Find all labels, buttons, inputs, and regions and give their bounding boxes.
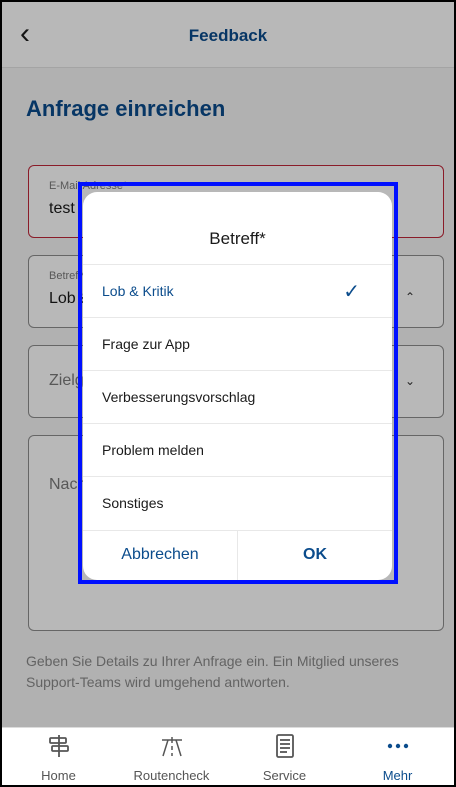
nav-item-mehr[interactable]: Mehr xyxy=(341,728,454,785)
nav-label-mehr: Mehr xyxy=(382,768,413,783)
nav-label-routencheck: Routencheck xyxy=(133,768,210,783)
more-dots-icon xyxy=(341,734,454,758)
dialog-highlight-frame xyxy=(78,182,398,584)
feedback-screen: ‹ Feedback Anfrage einreichen E-Mail Adr… xyxy=(2,2,454,785)
nav-item-home[interactable]: Home xyxy=(2,728,115,785)
bottom-navigation: Home Routencheck Service Mehr xyxy=(2,727,454,785)
nav-label-service: Service xyxy=(262,768,307,783)
document-icon xyxy=(228,734,341,758)
nav-item-routencheck[interactable]: Routencheck xyxy=(115,728,228,785)
road-icon xyxy=(115,734,228,758)
nav-item-service[interactable]: Service xyxy=(228,728,341,785)
nav-label-home: Home xyxy=(41,768,76,783)
signpost-icon xyxy=(2,734,115,758)
